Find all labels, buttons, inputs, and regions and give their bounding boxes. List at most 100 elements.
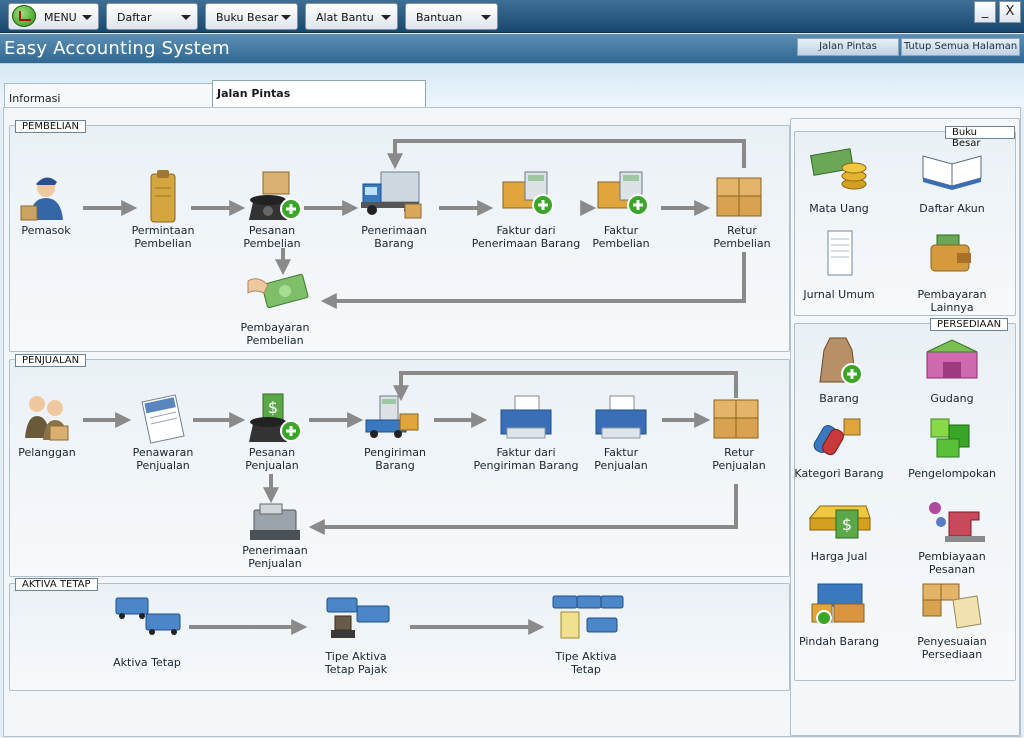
tipe-aktiva-tetap-line2: Tetap — [571, 663, 601, 676]
bantuan-menu-button[interactable]: Bantuan — [405, 3, 498, 30]
daftar-akun-label: Daftar Akun — [919, 202, 985, 215]
buku-besar-menu-label: Buku Besar — [216, 11, 279, 24]
faktur-dari-pengiriman-barang-shortcut[interactable]: Faktur dari Pengiriman Barang — [471, 390, 581, 472]
penawaran-penjualan-shortcut[interactable]: Penawaran Penjualan — [108, 390, 218, 472]
stacked-boxes-icon — [713, 399, 759, 439]
retur-pembelian-shortcut[interactable]: Retur Pembelian — [687, 168, 797, 250]
pelanggan-label: Pelanggan — [18, 446, 76, 459]
jalan-pintas-button[interactable]: Jalan Pintas — [797, 38, 899, 56]
pengiriman-barang-shortcut[interactable]: Pengiriman Barang — [340, 390, 450, 472]
gudang-label: Gudang — [930, 392, 974, 405]
flow-arrow — [308, 484, 738, 535]
sewing-machine-icon — [929, 502, 985, 542]
pesanan-penjualan-line1: Pesanan — [248, 446, 296, 459]
faktur-dari-penerimaan-barang-line2: Penerimaan Barang — [471, 237, 581, 250]
pesanan-penjualan-shortcut[interactable]: $ Pesanan Penjualan — [217, 390, 327, 472]
aktiva-tetap-shortcut[interactable]: Aktiva Tetap — [92, 592, 202, 669]
pesanan-pembelian-shortcut[interactable]: Pesanan Pembelian — [217, 168, 327, 250]
kategori-barang-shortcut[interactable]: Kategori Barang — [784, 411, 894, 480]
retur-pembelian-line2: Pembelian — [713, 237, 771, 250]
penerimaan-penjualan-line2: Penjualan — [248, 557, 302, 570]
pemasok-label: Pemasok — [21, 224, 71, 237]
app-logo-icon — [12, 5, 36, 27]
pesanan-pembelian-label: Pesanan Pembelian — [217, 224, 327, 250]
jurnal-umum-shortcut[interactable]: Jurnal Umum — [784, 227, 894, 301]
penerimaan-barang-label: Penerimaan Barang — [339, 224, 449, 250]
pengelompokan-label: Pengelompokan — [908, 467, 996, 480]
close-button[interactable]: X — [999, 1, 1021, 23]
pemasok-shortcut[interactable]: Pemasok — [0, 168, 101, 237]
delivery-truck-icon — [361, 171, 422, 219]
main-menu-button[interactable]: MENU — [8, 3, 99, 30]
retur-penjualan-label: Retur Penjualan — [684, 446, 794, 472]
barang-shortcut[interactable]: Barang — [784, 332, 894, 405]
penerimaan-penjualan-line1: Penerimaan — [242, 544, 308, 557]
pengelompokan-shortcut[interactable]: Pengelompokan — [897, 411, 1007, 480]
penawaran-penjualan-label: Penawaran Penjualan — [108, 446, 218, 472]
delivery-calculator-icon — [365, 395, 419, 438]
retur-penjualan-line2: Penjualan — [712, 459, 766, 472]
pembayaran-pembelian-shortcut[interactable]: Pembayaran Pembelian — [220, 271, 330, 347]
permintaan-pembelian-shortcut[interactable]: Permintaan Pembelian — [108, 168, 218, 250]
permintaan-pembelian-label: Permintaan Pembelian — [108, 224, 218, 250]
faktur-pembelian-shortcut[interactable]: Faktur Pembelian — [566, 168, 676, 250]
pengiriman-barang-line2: Barang — [375, 459, 415, 472]
tutup-semua-halaman-button[interactable]: Tutup Semua Halaman — [901, 38, 1020, 56]
retur-penjualan-shortcut[interactable]: Retur Penjualan — [684, 390, 794, 472]
alat-bantu-menu-button[interactable]: Alat Bantu — [305, 3, 398, 30]
mata-uang-shortcut[interactable]: Mata Uang — [784, 142, 894, 215]
chevron-down-icon — [381, 15, 391, 20]
penyesuaian-persediaan-shortcut[interactable]: Penyesuaian Persediaan — [897, 578, 1007, 661]
kategori-barang-label: Kategori Barang — [794, 467, 884, 480]
gudang-shortcut[interactable]: Gudang — [897, 332, 1007, 405]
pembiayaan-pesanan-shortcut[interactable]: Pembiayaan Pesanan — [897, 494, 1007, 576]
pelanggan-shortcut[interactable]: Pelanggan — [0, 390, 102, 459]
tipe-aktiva-tetap-pajak-shortcut[interactable]: Tipe Aktiva Tetap Pajak — [301, 592, 411, 676]
faktur-pembelian-line1: Faktur — [603, 224, 639, 237]
printer-icon — [500, 395, 552, 439]
tab-strip: Informasi Jalan Pintas — [0, 64, 1024, 109]
daftar-menu-label: Daftar — [117, 11, 152, 24]
tab-informasi[interactable]: Informasi — [4, 83, 213, 109]
faktur-dari-pengiriman-barang-label: Faktur dari Pengiriman Barang — [471, 446, 581, 472]
pindah-barang-label: Pindah Barang — [798, 635, 880, 648]
journal-sheet-icon — [827, 230, 853, 276]
penerimaan-penjualan-shortcut[interactable]: Penerimaan Penjualan — [220, 502, 330, 570]
vehicle-list-icon — [552, 595, 624, 639]
main-menu-label: MENU — [44, 11, 77, 24]
penerimaan-barang-shortcut[interactable]: Penerimaan Barang — [339, 168, 449, 250]
faktur-penjualan-shortcut[interactable]: Faktur Penjualan — [566, 390, 676, 472]
gold-price-icon: $ — [808, 505, 871, 539]
aktiva-tetap-label: Aktiva Tetap — [113, 656, 181, 669]
phone-order-icon — [249, 171, 302, 220]
faktur-dari-penerimaan-barang-line1: Faktur dari — [496, 224, 556, 237]
faktur-dari-pengiriman-barang-line1: Faktur dari — [496, 446, 556, 459]
quotation-document-icon — [141, 394, 185, 444]
harga-jual-shortcut[interactable]: $ Harga Jual — [784, 494, 894, 563]
minimize-button[interactable]: _ — [974, 1, 996, 23]
tipe-aktiva-tetap-line1: Tipe Aktiva — [555, 650, 617, 663]
tipe-aktiva-tetap-label: Tipe Aktiva Tetap — [531, 650, 641, 676]
tipe-aktiva-tetap-shortcut[interactable]: Tipe Aktiva Tetap — [531, 592, 641, 676]
mata-uang-label: Mata Uang — [809, 202, 869, 215]
pembayaran-pembelian-label: Pembayaran Pembelian — [220, 321, 330, 347]
penawaran-penjualan-line1: Penawaran — [132, 446, 194, 459]
pindah-barang-shortcut[interactable]: Pindah Barang — [784, 578, 894, 648]
chevron-down-icon — [82, 15, 92, 20]
faktur-penjualan-label: Faktur Penjualan — [566, 446, 676, 472]
flow-arrow — [387, 139, 746, 170]
jurnal-umum-label: Jurnal Umum — [803, 288, 875, 301]
printer-icon — [595, 395, 647, 439]
faktur-dari-penerimaan-barang-shortcut[interactable]: Faktur dari Penerimaan Barang — [471, 168, 581, 250]
pembayaran-lainnya-shortcut[interactable]: Pembayaran Lainnya — [897, 227, 1007, 314]
daftar-akun-shortcut[interactable]: Daftar Akun — [897, 142, 1007, 215]
harga-jual-label: Harga Jual — [810, 550, 868, 563]
app-title: Easy Accounting System — [4, 38, 230, 59]
permintaan-pembelian-line2: Pembelian — [134, 237, 192, 250]
daftar-menu-button[interactable]: Daftar — [106, 3, 198, 30]
pembayaran-pembelian-line2: Pembelian — [246, 334, 304, 347]
open-book-icon — [922, 155, 982, 190]
tab-jalan-pintas[interactable]: Jalan Pintas — [212, 80, 426, 109]
faktur-dari-pengiriman-barang-line2: Pengiriman Barang — [473, 459, 579, 472]
buku-besar-menu-button[interactable]: Buku Besar — [205, 3, 298, 30]
